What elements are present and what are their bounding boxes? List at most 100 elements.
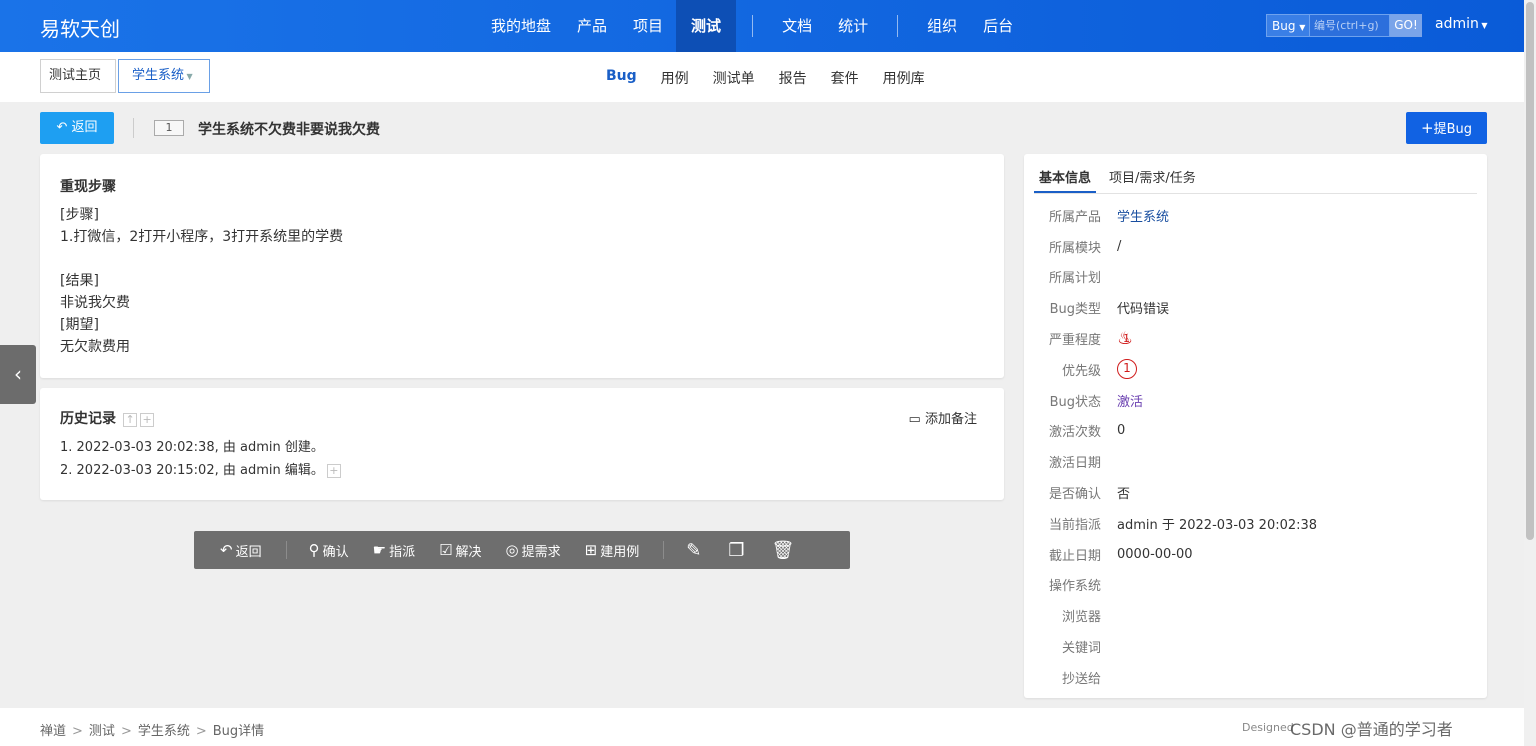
plus-icon: +	[1421, 119, 1434, 137]
nav-item-report[interactable]: 统计	[825, 0, 881, 52]
subnav-caselib[interactable]: 用例库	[883, 68, 925, 88]
nav-item-my[interactable]: 我的地盘	[478, 0, 564, 52]
tab-basic-info[interactable]: 基本信息	[1034, 154, 1097, 193]
footer-crumb[interactable]: 禅道	[40, 724, 66, 739]
footer-crumb[interactable]: 学生系统	[138, 724, 190, 739]
delete-button[interactable]: 🗑	[771, 540, 797, 561]
nav-item-admin[interactable]: 后台	[970, 0, 1026, 52]
search-type-select[interactable]: Bug ▼	[1266, 14, 1310, 37]
page-scrollbar[interactable]	[1524, 0, 1536, 746]
history-entry: 2. 2022-03-03 20:15:02, 由 admin 编辑。 +	[60, 459, 984, 482]
breadcrumb-test-home[interactable]: 测试主页	[40, 59, 117, 93]
subnav-cases[interactable]: 用例	[661, 68, 689, 88]
search-type-label: Bug	[1272, 19, 1296, 33]
info-row-activated-date: 激活日期	[1034, 446, 1477, 477]
assign-button[interactable]: ☛ 指派	[373, 541, 415, 560]
add-note-button[interactable]: ▭ 添加备注	[909, 408, 977, 427]
nav-item-doc[interactable]: 文档	[769, 0, 825, 52]
divider	[663, 541, 665, 559]
create-case-label: 建用例	[600, 544, 640, 560]
edit-button[interactable]: ✎	[686, 540, 704, 561]
product-switcher[interactable]: 学生系统 ▼	[118, 59, 210, 93]
steps-title: 重现步骤	[60, 179, 116, 195]
sitemap-icon: ⊞	[584, 541, 598, 559]
user-menu[interactable]: admin ▼	[1435, 16, 1488, 32]
steps-line: 无欠款费用	[60, 339, 130, 355]
user-name: admin	[1435, 16, 1479, 32]
product-switcher-label: 学生系统	[132, 68, 185, 83]
info-label: Bug状态	[1049, 394, 1101, 410]
watermark: CSDN @普通的学习者	[1290, 720, 1453, 739]
bug-title: 学生系统不欠费非要说我欠费	[198, 122, 380, 138]
info-value: /	[1117, 238, 1122, 254]
steps-line	[60, 248, 984, 270]
info-label: 是否确认	[1048, 487, 1101, 503]
priority-badge: 1	[1117, 359, 1137, 380]
info-value: admin 于 2022-03-03 20:02:38	[1117, 517, 1318, 533]
info-row-keywords: 关键词	[1034, 631, 1477, 662]
subnav-report[interactable]: 报告	[779, 68, 807, 88]
info-label: 所属产品	[1048, 209, 1101, 225]
copy-button[interactable]: ❐	[728, 540, 747, 561]
search-icon: ⚲	[308, 541, 320, 559]
hand-icon: ☛	[372, 541, 387, 559]
footer-crumb[interactable]: 测试	[89, 724, 115, 739]
info-value: 0	[1117, 423, 1126, 439]
info-label: Bug类型	[1049, 302, 1101, 318]
info-label: 抄送给	[1061, 671, 1101, 687]
info-label: 严重程度	[1048, 333, 1101, 349]
search-go-button[interactable]: GO!	[1390, 14, 1422, 37]
create-case-button[interactable]: ⊞ 建用例	[585, 541, 640, 560]
info-row-browser: 浏览器	[1034, 600, 1477, 631]
nav-item-test[interactable]: 测试	[676, 0, 737, 52]
nav-item-product[interactable]: 产品	[564, 0, 620, 52]
action-back-button[interactable]: ↶ 返回	[220, 541, 262, 560]
product-link[interactable]: 学生系统	[1117, 206, 1169, 225]
info-tabs: 基本信息 项目/需求/任务	[1034, 154, 1477, 194]
chevron-down-icon: ▼	[1299, 23, 1306, 32]
info-label: 浏览器	[1061, 610, 1101, 626]
footer: 禅道 > 测试 > 学生系统 > Bug详情 Designed CSDN @普通的学习者	[0, 708, 1536, 746]
chevron-right-icon: >	[195, 724, 207, 739]
info-value: 代码错误	[1117, 302, 1170, 318]
back-button[interactable]: ↶ 返回	[40, 112, 114, 144]
subnav-testtask[interactable]: 测试单	[713, 68, 755, 88]
edit-icon: ✎	[686, 539, 702, 561]
copy-icon: ❐	[728, 539, 745, 561]
resolve-button[interactable]: ☑ 解决	[439, 541, 481, 560]
info-label: 所属计划	[1048, 271, 1101, 287]
create-story-label: 提需求	[521, 544, 561, 560]
confirm-button[interactable]: ⚲ 确认	[309, 541, 349, 560]
trash-icon: 🗑	[771, 539, 795, 561]
collapse-sidebar-button[interactable]: ‹	[0, 345, 36, 404]
chevron-left-icon: ‹	[14, 362, 22, 386]
history-entry: 1. 2022-03-03 20:02:38, 由 admin 创建。	[60, 440, 324, 455]
action-bar: ↶ 返回 ⚲ 确认 ☛ 指派 ☑ 解决 ◎ 提需求 ⊞ 建用例 ✎ ❐ 🗑	[194, 531, 850, 569]
arrow-up-icon[interactable]: ↑	[123, 412, 138, 427]
bug-id-badge: 1	[154, 120, 184, 136]
nav-item-project[interactable]: 项目	[620, 0, 676, 52]
expand-icon[interactable]: +	[326, 463, 341, 478]
brand-logo[interactable]: 易软天创	[40, 13, 120, 42]
steps-panel: 重现步骤 [步骤] 1.打微信，2打开小程序，3打开系统里的学费 [结果] 非说…	[40, 154, 1004, 378]
subnav-suite[interactable]: 套件	[831, 68, 859, 88]
info-label: 截止日期	[1048, 548, 1101, 564]
divider	[133, 118, 134, 138]
subnav-bug[interactable]: Bug	[606, 68, 637, 88]
create-story-button[interactable]: ◎ 提需求	[506, 541, 561, 560]
info-row-activated-count: 激活次数 0	[1034, 416, 1477, 447]
tab-project-story-task[interactable]: 项目/需求/任务	[1104, 154, 1201, 193]
add-bug-button[interactable]: +提Bug	[1406, 112, 1487, 144]
lightbulb-icon: ◎	[505, 541, 519, 559]
nav-item-company[interactable]: 组织	[914, 0, 970, 52]
scrollbar-thumb[interactable]	[1526, 2, 1534, 540]
search-input[interactable]: 编号(ctrl+g)	[1310, 14, 1390, 37]
expand-icon[interactable]: +	[140, 412, 155, 427]
undo-icon: ↶	[220, 541, 233, 559]
divider	[285, 541, 287, 559]
info-label: 关键词	[1061, 641, 1101, 657]
footer-breadcrumb: 禅道 > 测试 > 学生系统 > Bug详情	[40, 720, 264, 739]
assign-label: 指派	[389, 544, 416, 560]
steps-line: [期望]	[60, 317, 99, 333]
checkbox-icon: ☑	[439, 541, 453, 559]
